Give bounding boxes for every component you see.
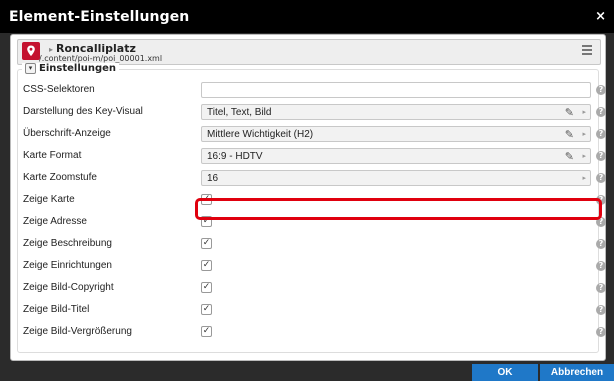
help-icon[interactable]: ?: [596, 195, 606, 205]
help-icon[interactable]: ?: [596, 151, 606, 161]
setting-label: Zeige Bild-Vergrößerung: [23, 326, 132, 337]
setting-row: Zeige Adresse ✓?: [18, 211, 606, 233]
collapse-toggle-icon[interactable]: ▾: [25, 63, 36, 74]
settings-panel: ▸ Roncalliplatz /.content/poi-m/poi_00001…: [10, 34, 606, 361]
help-icon[interactable]: ?: [596, 129, 606, 139]
help-icon[interactable]: ?: [596, 283, 606, 293]
setting-label: Zeige Bild-Titel: [23, 304, 90, 315]
setting-row: Karte Format 16:9 - HDTV ✎ ▸?: [18, 145, 606, 167]
setting-row: CSS-Selektoren?: [18, 79, 606, 101]
select-field[interactable]: 16 ▸: [201, 170, 591, 186]
element-settings-dialog: Element-Einstellungen × ▸ Roncalliplatz /…: [0, 0, 614, 381]
checkbox[interactable]: ✓: [201, 194, 212, 205]
dialog-titlebar: Element-Einstellungen ×: [0, 0, 614, 33]
setting-row: Zeige Einrichtungen ✓?: [18, 255, 606, 277]
caret-right-icon[interactable]: ▸: [582, 108, 586, 116]
checkbox[interactable]: ✓: [201, 304, 212, 315]
setting-label: CSS-Selektoren: [23, 84, 95, 95]
pencil-icon[interactable]: ✎: [565, 150, 574, 163]
field-value: Titel, Text, Bild: [207, 107, 272, 118]
map-pin-icon: [22, 42, 40, 60]
hamburger-menu-icon[interactable]: [582, 45, 592, 57]
help-icon[interactable]: ?: [596, 261, 606, 271]
setting-row: Zeige Bild-Titel ✓?: [18, 299, 606, 321]
setting-row: Zeige Bild-Copyright ✓?: [18, 277, 606, 299]
help-icon[interactable]: ?: [596, 173, 606, 183]
help-icon[interactable]: ?: [596, 85, 606, 95]
select-field[interactable]: 16:9 - HDTV ✎ ▸: [201, 148, 591, 164]
ok-button[interactable]: OK: [472, 364, 538, 381]
expand-arrow-icon[interactable]: ▸: [49, 45, 53, 54]
setting-row: Überschrift-Anzeige Mittlere Wichtigkeit …: [18, 123, 606, 145]
pencil-icon[interactable]: ✎: [565, 106, 574, 119]
checkbox[interactable]: ✓: [201, 282, 212, 293]
help-icon[interactable]: ?: [596, 239, 606, 249]
select-field[interactable]: Mittlere Wichtigkeit (H2) ✎ ▸: [201, 126, 591, 142]
setting-label: Karte Format: [23, 150, 82, 161]
help-icon[interactable]: ?: [596, 217, 606, 227]
select-field[interactable]: Titel, Text, Bild ✎ ▸: [201, 104, 591, 120]
setting-label: Karte Zoomstufe: [23, 172, 97, 183]
checkbox[interactable]: ✓: [201, 238, 212, 249]
pencil-icon[interactable]: ✎: [565, 128, 574, 141]
cancel-button[interactable]: Abbrechen: [540, 364, 614, 381]
setting-label: Zeige Beschreibung: [23, 238, 112, 249]
field-value: Mittlere Wichtigkeit (H2): [207, 129, 314, 140]
setting-row: Zeige Karte ✓?: [18, 189, 606, 211]
caret-right-icon[interactable]: ▸: [582, 130, 586, 138]
caret-right-icon[interactable]: ▸: [582, 152, 586, 160]
setting-label: Zeige Einrichtungen: [23, 260, 112, 271]
field-value: 16:9 - HDTV: [207, 151, 263, 162]
setting-label: Überschrift-Anzeige: [23, 128, 111, 139]
help-icon[interactable]: ?: [596, 107, 606, 117]
setting-row: Karte Zoomstufe 16 ▸?: [18, 167, 606, 189]
setting-label: Zeige Bild-Copyright: [23, 282, 114, 293]
checkbox[interactable]: ✓: [201, 326, 212, 337]
setting-label: Darstellung des Key-Visual: [23, 106, 143, 117]
settings-legend[interactable]: ▾ Einstellungen: [22, 63, 120, 74]
settings-legend-label: Einstellungen: [39, 63, 117, 74]
help-icon[interactable]: ?: [596, 327, 606, 337]
setting-label: Zeige Adresse: [23, 216, 87, 227]
checkbox[interactable]: ✓: [201, 216, 212, 227]
dialog-title: Element-Einstellungen: [9, 8, 190, 25]
field-value: 16: [207, 173, 219, 184]
setting-row: Darstellung des Key-Visual Titel, Text, B…: [18, 101, 606, 123]
resource-path: /.content/poi-m/poi_00001.xml: [39, 54, 163, 63]
setting-label: Zeige Karte: [23, 194, 75, 205]
help-icon[interactable]: ?: [596, 305, 606, 315]
checkbox[interactable]: ✓: [201, 260, 212, 271]
resource-header: ▸ Roncalliplatz /.content/poi-m/poi_00001…: [17, 39, 601, 65]
setting-row: Zeige Bild-Vergrößerung ✓?: [18, 321, 606, 343]
text-input[interactable]: [201, 82, 591, 98]
caret-right-icon[interactable]: ▸: [582, 174, 586, 182]
close-icon[interactable]: ×: [595, 10, 606, 23]
dialog-footer: OK Abbrechen: [0, 361, 614, 381]
setting-row: Zeige Beschreibung ✓?: [18, 233, 606, 255]
